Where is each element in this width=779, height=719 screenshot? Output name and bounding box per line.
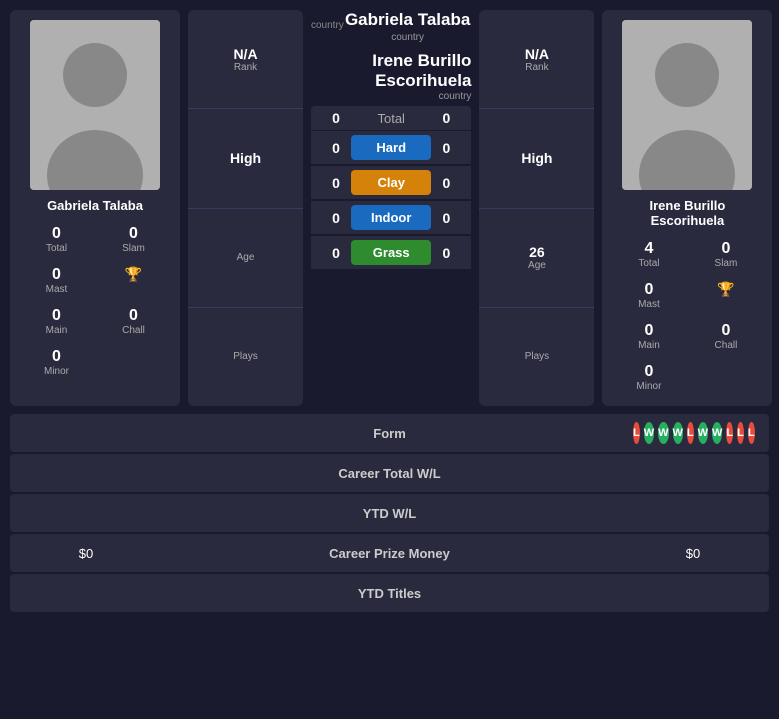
player2-stat-total: 4 Total (612, 236, 685, 273)
form-badge-w: W (673, 422, 683, 444)
player2-rank-cell: N/A Rank (479, 10, 594, 109)
hard-badge: Hard (351, 135, 431, 160)
player2-trophy-icon-cell: 🏆 (689, 277, 762, 314)
player2-trophy-icon: 🏆 (717, 281, 734, 298)
form-badge-l: L (726, 422, 733, 444)
player1-name: Gabriela Talaba (47, 198, 143, 213)
player1-stat-total: 0 Total (20, 221, 93, 258)
surface-rows: 0 Hard 0 0 Clay 0 0 Indoor 0 0 Grass (311, 131, 471, 269)
player1-stat-slam: 0 Slam (97, 221, 170, 258)
form-label: Form (146, 426, 633, 441)
clay-badge: Clay (351, 170, 431, 195)
grass-row: 0 Grass 0 (311, 236, 471, 269)
clay-row: 0 Clay 0 (311, 166, 471, 199)
main-container: Gabriela Talaba 0 Total 0 Slam 0 Mast 🏆 (0, 0, 779, 622)
player2-high-cell: High (479, 109, 594, 208)
ytd-wl-row: YTD W/L (10, 494, 769, 532)
career-wl-row: Career Total W/L (10, 454, 769, 492)
player1-rank-cell: N/A Rank (188, 10, 303, 109)
prize-row: $0 Career Prize Money $0 (10, 534, 769, 572)
form-badge-l: L (687, 422, 694, 444)
player1-stats-grid: 0 Total 0 Slam 0 Mast 🏆 0 Main (20, 221, 170, 381)
player1-age-cell: Age (188, 209, 303, 308)
indoor-badge: Indoor (351, 205, 431, 230)
total-score-row: 0 Total 0 (311, 106, 471, 130)
player1-card: Gabriela Talaba 0 Total 0 Slam 0 Mast 🏆 (10, 10, 180, 406)
player1-prize: $0 (26, 546, 146, 561)
player2-header-country: country (372, 91, 471, 102)
player1-trophy-icon: 🏆 (125, 266, 142, 283)
player2-stat-mast: 0 Mast (612, 277, 685, 314)
hard-row: 0 Hard 0 (311, 131, 471, 164)
ytd-wl-label: YTD W/L (146, 506, 633, 521)
player1-high-cell: High (188, 109, 303, 208)
player2-stat-main: 0 Main (612, 318, 685, 355)
form-badge-l: L (633, 422, 640, 444)
player2-header-name: Irene BurilloEscorihuela (372, 51, 471, 91)
player1-trophy-icon-cell: 🏆 (97, 262, 170, 299)
bottom-section: Form LWWWLWWLLL Career Total W/L YTD W/L… (10, 414, 769, 612)
form-badges-container: LWWWLWWLLL (633, 422, 753, 444)
player2-plays-cell: Plays (479, 308, 594, 406)
form-row: Form LWWWLWWLLL (10, 414, 769, 452)
form-badge-w: W (658, 422, 668, 444)
form-badge-w: W (644, 422, 654, 444)
form-badge-w: W (698, 422, 708, 444)
grass-badge: Grass (351, 240, 431, 265)
player2-age-cell: 26 Age (479, 209, 594, 308)
ytd-titles-label: YTD Titles (146, 586, 633, 601)
p2-name-top: Irene BurilloEscorihuela country (372, 51, 471, 102)
player2-stat-chall: 0 Chall (689, 318, 762, 355)
form-badges: LWWWLWWLLL (633, 422, 753, 444)
ytd-titles-row: YTD Titles (10, 574, 769, 612)
player1-stat-mast: 0 Mast (20, 262, 93, 299)
player2-prize: $0 (633, 546, 753, 561)
player1-stat-minor: 0 Minor (20, 344, 93, 381)
player1-header-name-area: Gabriela Talaba country (344, 10, 472, 45)
player1-stat-main: 0 Main (20, 303, 93, 340)
indoor-row: 0 Indoor 0 (311, 201, 471, 234)
player2-stats-grid: 4 Total 0 Slam 0 Mast 🏆 0 Main (612, 236, 762, 396)
form-badge-w: W (712, 422, 722, 444)
player1-plays-cell: Plays (188, 308, 303, 406)
player1-middle-panel: N/A Rank High Age Plays (188, 10, 303, 406)
form-badge-l: L (737, 422, 744, 444)
comparison-section: Gabriela Talaba 0 Total 0 Slam 0 Mast 🏆 (10, 10, 769, 406)
player1-stat-chall: 0 Chall (97, 303, 170, 340)
center-scores-panel: country Gabriela Talaba country Irene Bu… (311, 10, 471, 406)
player1-header-country: country (344, 32, 472, 43)
player1-header-name: Gabriela Talaba (344, 10, 472, 30)
player2-stat-minor: 0 Minor (612, 359, 685, 396)
player2-avatar (622, 20, 752, 190)
player2-card: Irene Burillo Escorihuela 4 Total 0 Slam… (602, 10, 772, 406)
career-prize-label: Career Prize Money (146, 546, 633, 561)
player2-middle-panel: N/A Rank High 26 Age Plays (479, 10, 594, 406)
career-wl-label: Career Total W/L (146, 466, 633, 481)
player1-header-info: country (311, 10, 344, 33)
player1-avatar (30, 20, 160, 190)
form-badge-l: L (748, 422, 755, 444)
player2-name: Irene Burillo Escorihuela (650, 198, 726, 228)
player1-country-flag: country (311, 20, 344, 31)
player2-stat-slam: 0 Slam (689, 236, 762, 273)
